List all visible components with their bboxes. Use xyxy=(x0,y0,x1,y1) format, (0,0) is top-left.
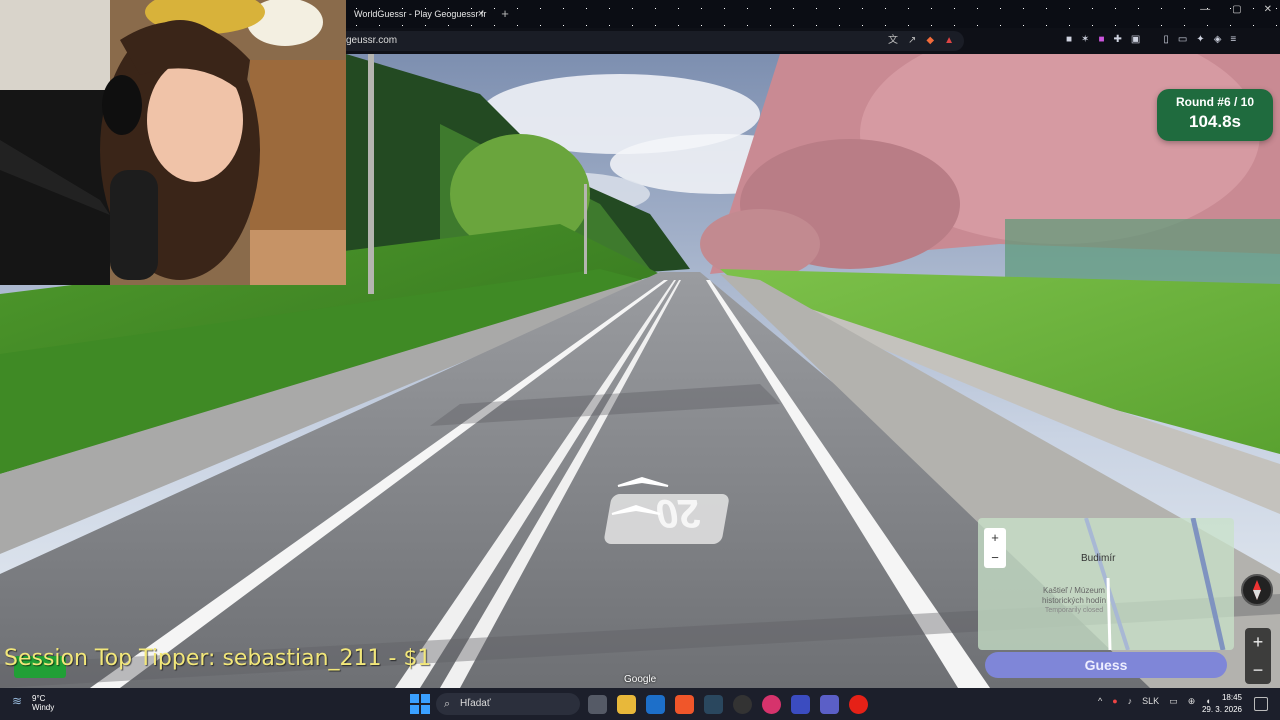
task-view-icon[interactable] xyxy=(588,695,607,714)
screen: 20 WorldGuessr - Play Geoguessr fr × + —… xyxy=(0,0,1280,720)
taskbar-apps xyxy=(588,695,868,714)
system-tray: ^ ● ♪ SLK ▭ ⊕ ◖ xyxy=(1098,696,1211,707)
round-panel: Round #6 / 10 104.8s xyxy=(1157,89,1273,141)
sv-zoom-out-button[interactable]: − xyxy=(1245,656,1271,684)
leo-icon[interactable]: ✦ xyxy=(1196,34,1204,45)
new-tab-button[interactable]: + xyxy=(498,3,512,25)
youtube-icon[interactable] xyxy=(849,695,868,714)
google-attribution: Google xyxy=(624,674,657,685)
brave-rewards-icon[interactable]: ▲ xyxy=(944,31,954,51)
taskbar: ≋ 9°C Windy ⌕ Hľadať ^ ● ♪ SLK ▭ ⊕ ◖ 18:… xyxy=(0,688,1280,720)
map-town-label: Budimír xyxy=(1081,553,1116,564)
webcam-overlay xyxy=(0,0,346,285)
map-poi-name: Kaštieľ / Múzeum historických hodín xyxy=(1041,586,1107,605)
search-icon: ⌕ xyxy=(444,698,451,710)
weather-temp: 9°C xyxy=(32,694,46,703)
window-controls: — ▢ ✕ xyxy=(1200,4,1272,15)
taskbar-search[interactable]: ⌕ Hľadať xyxy=(436,693,580,715)
obs-icon[interactable] xyxy=(733,695,752,714)
weather-desc: Windy xyxy=(32,703,55,712)
windows-start-icon[interactable] xyxy=(410,694,430,714)
browser-tab[interactable]: WorldGuessr - Play Geoguessr fr xyxy=(344,3,492,25)
brave-browser-icon[interactable] xyxy=(675,695,694,714)
translate-icon[interactable]: 文 xyxy=(888,31,898,51)
microphone-icon[interactable]: ♪ xyxy=(1128,696,1133,707)
outlook-icon[interactable] xyxy=(646,695,665,714)
teams-icon[interactable] xyxy=(820,695,839,714)
menu-icon[interactable]: ≡ xyxy=(1230,34,1236,45)
app-icon[interactable] xyxy=(791,695,810,714)
media-player-icon[interactable] xyxy=(762,695,781,714)
webcam-image xyxy=(0,0,346,285)
tray-app-icon[interactable]: ● xyxy=(1112,696,1117,707)
clock-date: 29. 3. 2026 xyxy=(1201,705,1242,714)
extension-icon[interactable]: ▣ xyxy=(1131,34,1140,45)
compass-needle xyxy=(1253,580,1261,600)
brave-shield-icon[interactable]: ◆ xyxy=(926,31,934,51)
map-poi-status: Temporarily closed xyxy=(1044,607,1104,614)
compass-icon[interactable] xyxy=(1241,574,1273,606)
map-zoom-control: + − xyxy=(984,528,1006,568)
wallet-icon[interactable]: ▭ xyxy=(1178,34,1187,45)
tab-close-icon[interactable]: × xyxy=(474,3,488,25)
display-icon[interactable]: ▭ xyxy=(1169,696,1178,707)
url-field[interactable]: geussr.com 文 ↗ ◆ ▲ xyxy=(338,31,964,51)
sidebar-icon[interactable]: ▯ xyxy=(1163,34,1169,45)
file-explorer-icon[interactable] xyxy=(617,695,636,714)
system-clock[interactable]: 18:45 29. 3. 2026 xyxy=(1198,692,1242,716)
sv-zoom-in-button[interactable]: + xyxy=(1245,628,1271,656)
notification-icon[interactable] xyxy=(1254,697,1268,711)
vpn-icon[interactable]: ◈ xyxy=(1214,34,1222,45)
steam-icon[interactable] xyxy=(704,695,723,714)
minimize-button[interactable]: — xyxy=(1200,4,1210,15)
maximize-button[interactable]: ▢ xyxy=(1232,4,1241,15)
top-tipper-overlay: Session Top Tipper: sebastian_211 - $1 xyxy=(4,646,432,671)
round-timer: 104.8s xyxy=(1189,112,1241,131)
road-number-marking: 20 xyxy=(651,491,705,535)
extension-icon[interactable]: ■ xyxy=(1066,34,1072,45)
wind-icon: ≋ xyxy=(12,694,23,708)
extension-icon[interactable]: ✶ xyxy=(1081,34,1089,45)
weather-widget[interactable]: ≋ 9°C Windy xyxy=(12,694,54,712)
close-window-button[interactable]: ✕ xyxy=(1264,4,1272,15)
search-placeholder: Hľadať xyxy=(460,698,491,709)
url-actions: 文 ↗ ◆ ▲ xyxy=(888,31,954,51)
street-view-zoom-control: + − xyxy=(1245,628,1271,684)
guess-button[interactable]: Guess xyxy=(985,652,1227,678)
map-poi-label: Kaštieľ / Múzeum historických hodín Temp… xyxy=(1030,586,1118,616)
round-counter: Round #6 / 10 xyxy=(1175,95,1255,109)
extension-icon[interactable]: ■ xyxy=(1098,34,1104,45)
minimap-roads xyxy=(1084,518,1226,650)
language-indicator[interactable]: SLK xyxy=(1142,696,1159,707)
tray-overflow-icon[interactable]: ^ xyxy=(1098,696,1102,707)
map-zoom-in-button[interactable]: + xyxy=(984,528,1006,548)
url-text: geussr.com xyxy=(346,35,398,46)
network-icon[interactable]: ⊕ xyxy=(1188,696,1196,707)
share-icon[interactable]: ↗ xyxy=(908,31,916,51)
clock-time: 18:45 xyxy=(1221,693,1242,702)
guess-minimap[interactable] xyxy=(978,518,1234,650)
puzzle-icon[interactable]: ✚ xyxy=(1113,34,1121,45)
map-zoom-out-button[interactable]: − xyxy=(984,548,1006,568)
extension-icons: ■ ✶ ■ ✚ ▣ ▯ ▭ ✦ ◈ ≡ xyxy=(1066,34,1236,45)
